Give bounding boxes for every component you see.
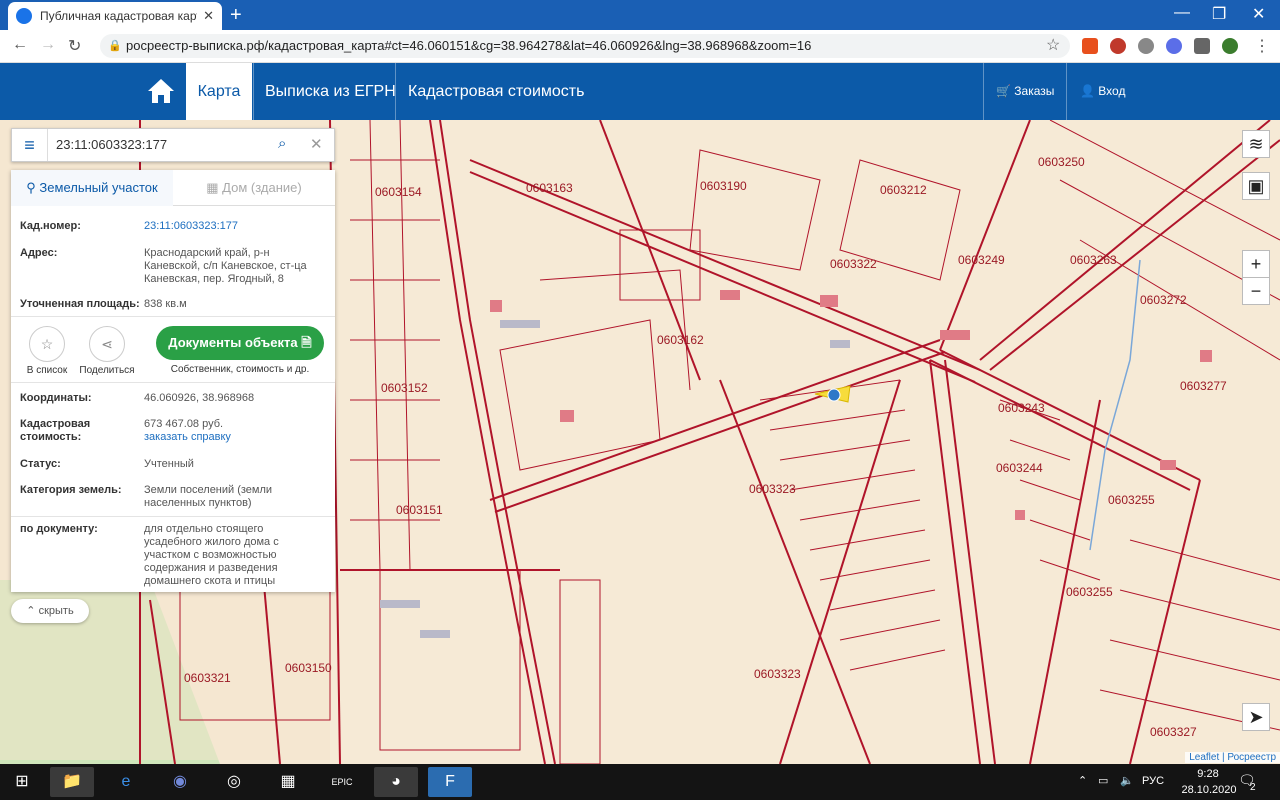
quarter-label: 0603243 xyxy=(998,401,1045,415)
quarter-label: 0603150 xyxy=(285,661,332,675)
windows-taskbar: ⊞ 📁 e ◉ ◎ ▦ EPIC ◕ F ⌃ ▭ 🔈 РУС 9:28 28.1… xyxy=(0,764,1280,800)
map-attribution[interactable]: Leaflet | Росреестр xyxy=(1185,752,1280,763)
quarter-label: 0603190 xyxy=(700,179,747,193)
notification-count: 2 xyxy=(1250,782,1256,793)
user-icon: 👤 xyxy=(1080,84,1095,98)
steam-icon[interactable]: ◎ xyxy=(212,767,256,797)
share-label[interactable]: Поделиться xyxy=(72,365,142,376)
calculator-icon[interactable]: ▦ xyxy=(266,767,310,797)
quarter-label: 0603163 xyxy=(526,181,573,195)
zoom-out-button[interactable]: − xyxy=(1242,277,1270,305)
menu-icon[interactable]: ≡ xyxy=(12,129,48,161)
zoom-in-button[interactable]: + xyxy=(1242,250,1270,278)
document-icon: 🗎 xyxy=(301,335,312,350)
hide-panel-button[interactable]: ⌃ скрыть xyxy=(11,599,89,623)
clock-time[interactable]: 9:28 xyxy=(1188,768,1228,780)
chevron-up-icon: ⌃ xyxy=(26,605,36,617)
tab-land[interactable]: ⚲ Земельный участок xyxy=(11,170,173,206)
documents-button[interactable]: Документы объекта 🗎 xyxy=(156,326,324,360)
epic-games-icon[interactable]: EPIC xyxy=(320,767,364,797)
quarter-label: 0603212 xyxy=(880,183,927,197)
quarter-label: 0603323 xyxy=(749,482,796,496)
select-area-icon[interactable]: ▣ xyxy=(1242,172,1270,200)
windows-start-icon[interactable]: ⊞ xyxy=(0,767,44,797)
location-pin-icon: ⚲ xyxy=(26,180,36,195)
tab-house[interactable]: ▦ Дом (здание) xyxy=(173,170,335,206)
quarter-label: 0603255 xyxy=(1108,493,1155,507)
share-icon[interactable]: ⋖ xyxy=(89,326,125,362)
site-header: Карта Выписка из ЕГРН Кадастровая стоимо… xyxy=(0,63,1280,120)
clear-icon[interactable]: ✕ xyxy=(310,135,323,153)
cart-icon: 🛒 xyxy=(996,84,1011,98)
cadastral-search: ≡ ⌕ ✕ xyxy=(11,128,335,162)
edge-icon[interactable]: e xyxy=(104,767,148,797)
url-text: росреестр-выписка.рф/кадастровая_карта#c… xyxy=(126,38,812,53)
puzzle-icon[interactable] xyxy=(1194,38,1210,54)
quarter-label: 0603152 xyxy=(381,381,428,395)
quarter-label: 0603151 xyxy=(396,503,443,517)
quarter-label: 0603249 xyxy=(958,253,1005,267)
nav-stoimost[interactable]: Кадастровая стоимость xyxy=(408,63,584,120)
quarter-label: 0603162 xyxy=(657,333,704,347)
browser-tab[interactable]: Публичная кадастровая карта 2 ✕ xyxy=(8,2,222,30)
reload-icon[interactable]: ↻ xyxy=(68,36,81,56)
lock-icon: 🔒 xyxy=(108,40,122,52)
star-icon[interactable]: ☆ xyxy=(29,326,65,362)
quarter-label: 0603327 xyxy=(1150,725,1197,739)
quarter-label: 0603244 xyxy=(996,461,1043,475)
maximize-icon[interactable]: ❐ xyxy=(1212,4,1226,24)
locate-icon[interactable]: ➤ xyxy=(1242,703,1270,731)
file-explorer-icon[interactable]: 📁 xyxy=(50,767,94,797)
documents-subtitle: Собственник, стоимость и др. xyxy=(170,364,310,375)
quarter-label: 0603272 xyxy=(1140,293,1187,307)
kad-number-link[interactable]: 23:11:0603323:177 xyxy=(144,220,324,233)
quarter-label: 0603323 xyxy=(754,667,801,681)
new-tab-button[interactable]: + xyxy=(230,4,242,26)
volume-icon[interactable]: 🔈 xyxy=(1120,774,1134,787)
address-bar[interactable]: 🔒 росреестр-выписка.рф/кадастровая_карта… xyxy=(100,34,1070,58)
quarter-label: 0603321 xyxy=(184,671,231,685)
globe-icon[interactable] xyxy=(1138,38,1154,54)
building-icon: ▦ xyxy=(206,180,219,195)
quarter-label: 0603255 xyxy=(1066,585,1113,599)
menu-dots-icon[interactable]: ⋮ xyxy=(1254,36,1270,56)
nav-karta[interactable]: Карта xyxy=(186,63,252,120)
tray-chevron-icon[interactable]: ⌃ xyxy=(1078,774,1087,787)
panel-tabs: ⚲ Земельный участок ▦ Дом (здание) xyxy=(11,170,335,206)
quarter-label: 0603263 xyxy=(1070,253,1117,267)
app-f-icon[interactable]: F xyxy=(428,767,472,797)
quarter-label: 0603250 xyxy=(1038,155,1085,169)
avatar[interactable] xyxy=(1222,38,1238,54)
close-window-icon[interactable]: ✕ xyxy=(1252,4,1265,24)
language-indicator[interactable]: РУС xyxy=(1142,775,1164,787)
minimize-icon[interactable]: — xyxy=(1174,4,1190,22)
tab-title: Публичная кадастровая карта 2 xyxy=(40,9,197,23)
search-icon[interactable]: ⌕ xyxy=(278,135,286,152)
browser-toolbar: ← → ↻ 🔒 росреестр-выписка.рф/кадастровая… xyxy=(0,30,1280,63)
adblock-icon[interactable] xyxy=(1110,38,1126,54)
back-icon[interactable]: ← xyxy=(12,36,28,54)
extension-icon[interactable] xyxy=(1166,38,1182,54)
login-button[interactable]: 👤 Вход xyxy=(1080,63,1125,120)
quarter-label: 0603154 xyxy=(375,185,422,199)
search-input[interactable] xyxy=(56,137,266,152)
quarter-label: 0603277 xyxy=(1180,379,1227,393)
forward-icon[interactable]: → xyxy=(40,36,56,54)
home-icon[interactable] xyxy=(146,63,176,120)
close-tab-icon[interactable]: ✕ xyxy=(203,8,214,24)
object-info-panel: ⚲ Земельный участок ▦ Дом (здание) Кад.н… xyxy=(11,170,335,592)
quarter-label: 0603322 xyxy=(830,257,877,271)
site-favicon-icon xyxy=(16,8,32,24)
layers-icon[interactable]: ≋ xyxy=(1242,130,1270,158)
network-icon[interactable]: ▭ xyxy=(1098,774,1108,787)
browser-tabstrip: Публичная кадастровая карта 2 ✕ + — ❐ ✕ xyxy=(0,0,1280,30)
bookmark-star-icon[interactable]: ☆ xyxy=(1046,35,1060,55)
extension-icon[interactable] xyxy=(1082,38,1098,54)
discord-icon[interactable]: ◉ xyxy=(158,767,202,797)
nav-vypiska[interactable]: Выписка из ЕГРН xyxy=(265,63,396,120)
chrome-icon[interactable]: ◕ xyxy=(374,767,418,797)
orders-button[interactable]: 🛒 Заказы xyxy=(996,63,1054,120)
clock-date[interactable]: 28.10.2020 xyxy=(1174,784,1244,796)
order-report-link[interactable]: заказать справку xyxy=(144,431,324,444)
